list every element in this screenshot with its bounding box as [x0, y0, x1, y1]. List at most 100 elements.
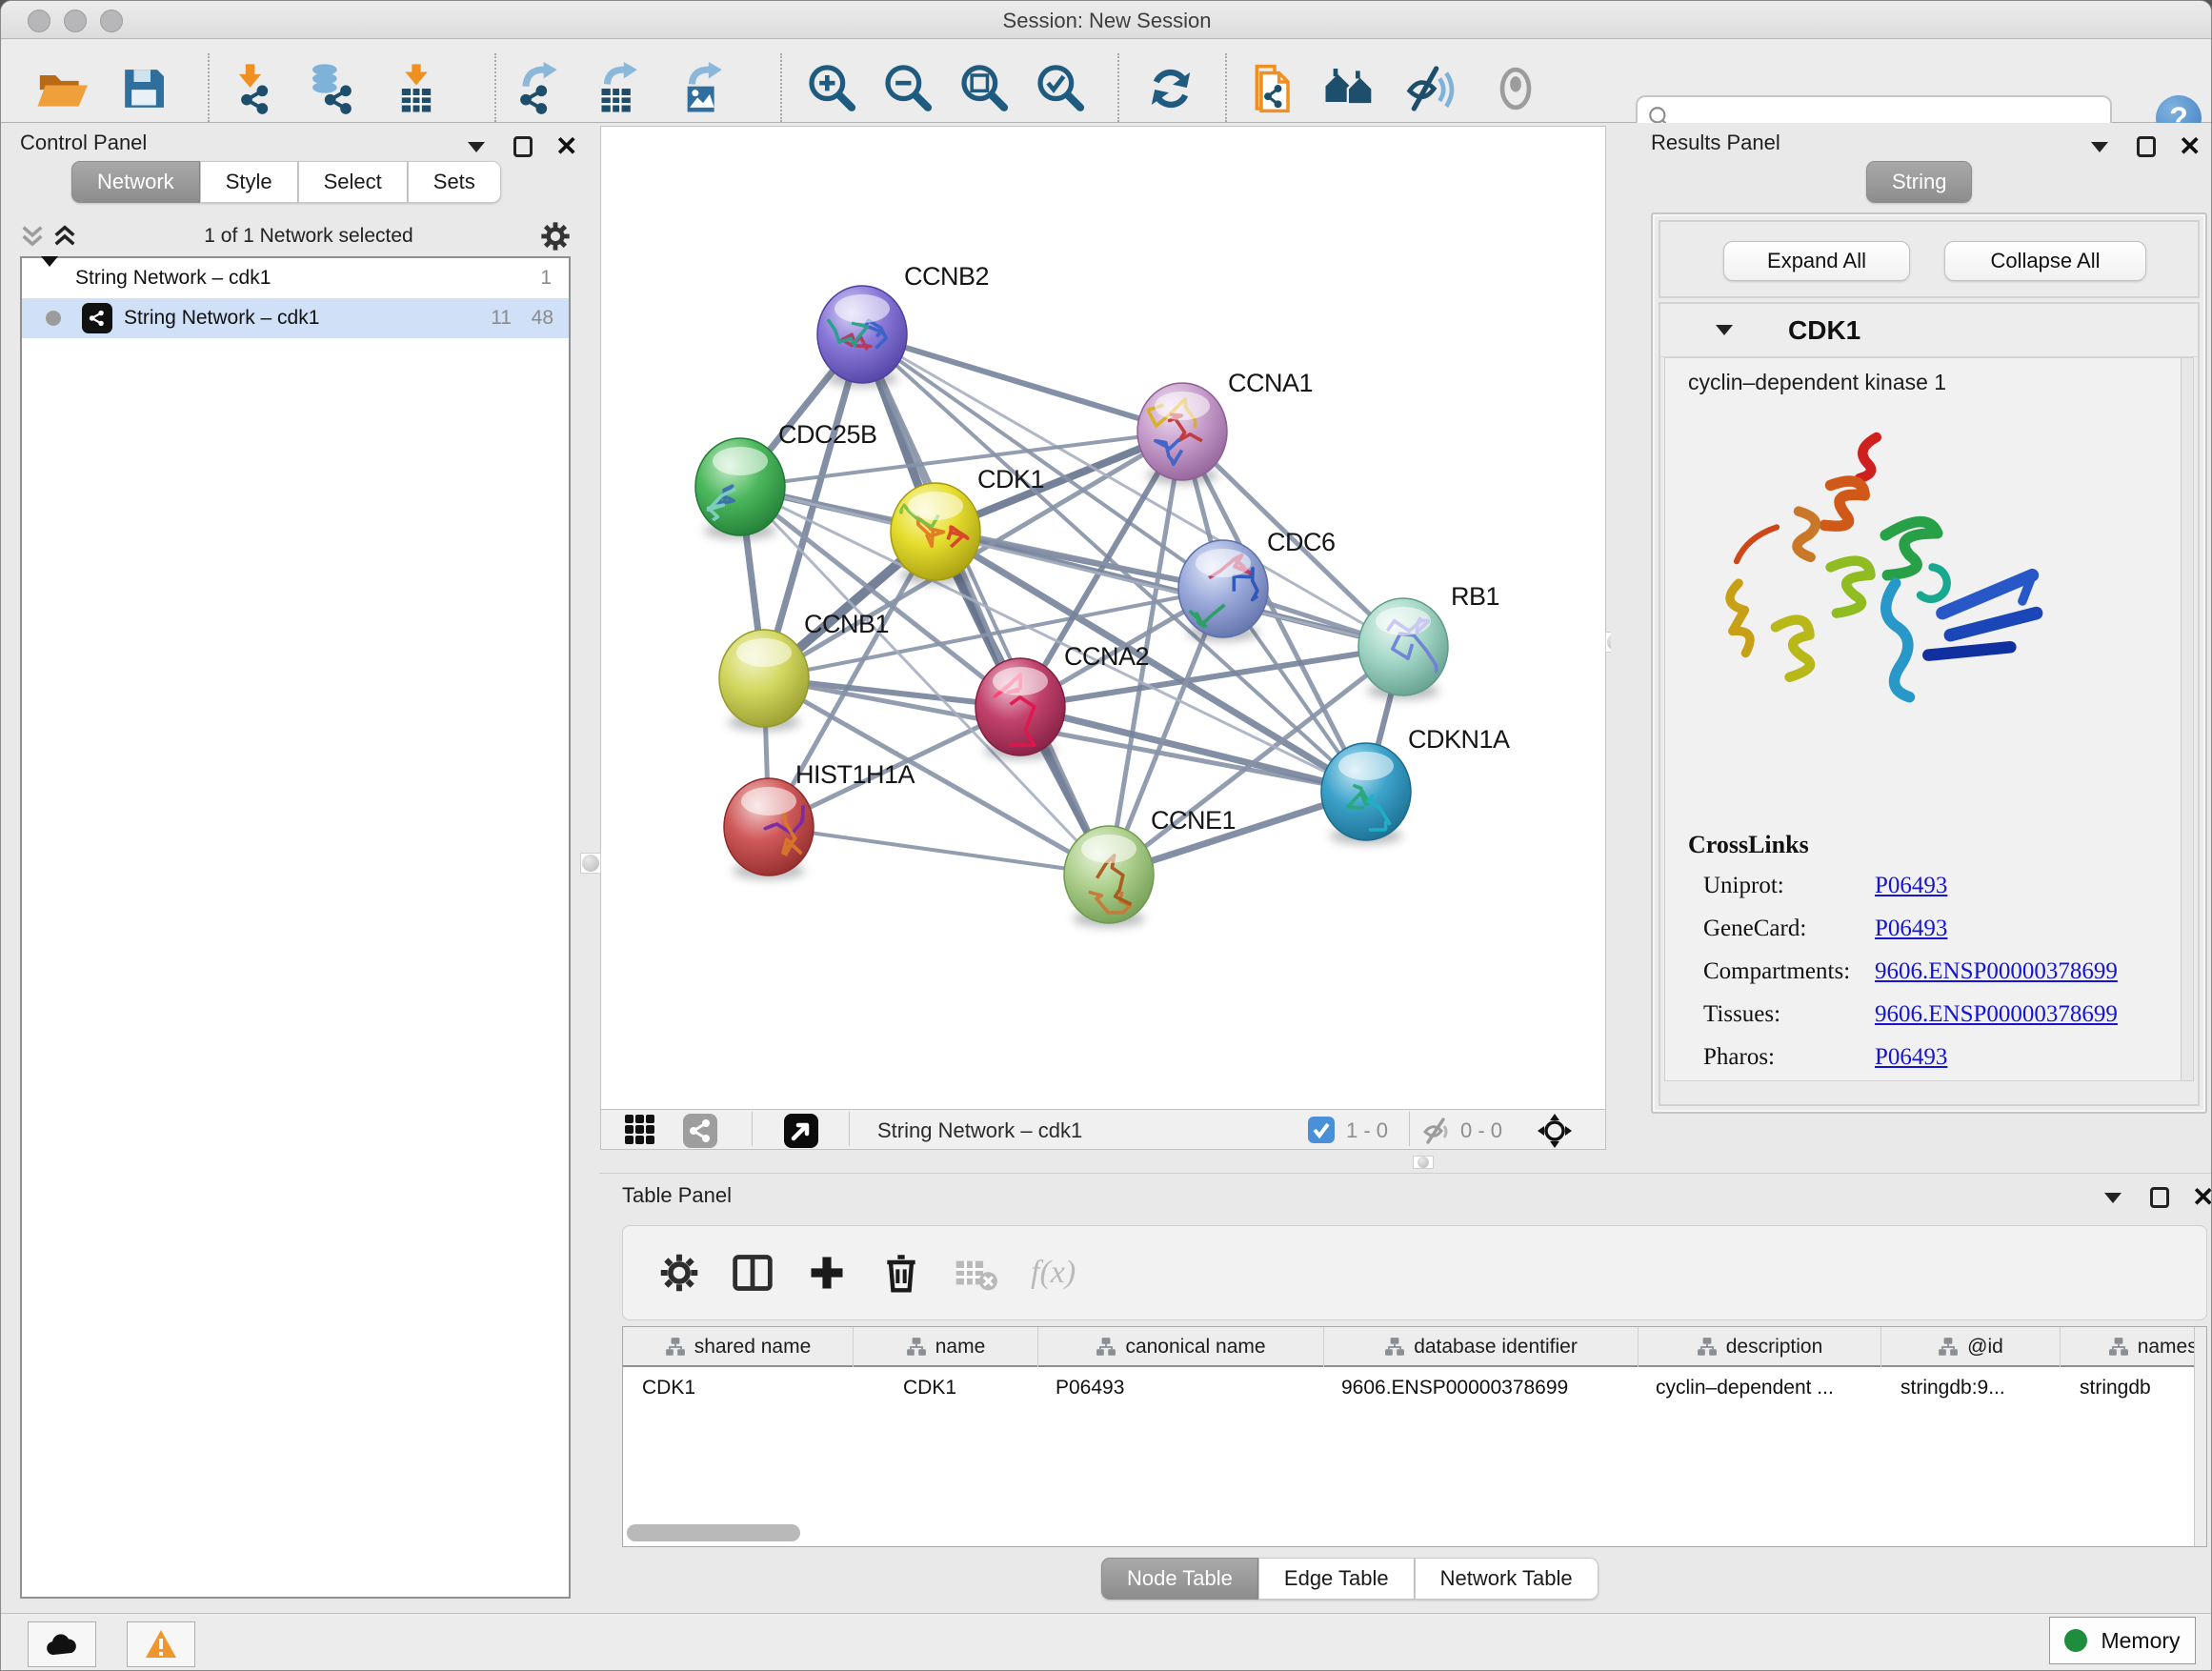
network-node-CCNA1[interactable]: CCNA1 — [1137, 369, 1313, 484]
tab-node-table[interactable]: Node Table — [1101, 1558, 1258, 1600]
table-cell[interactable]: CDK1 — [623, 1369, 854, 1407]
table-cell[interactable]: cyclin–dependent ... — [1639, 1369, 1881, 1407]
table-cell[interactable]: stringdb — [2061, 1369, 2207, 1407]
crosslink-value[interactable]: P06493 — [1875, 1044, 1947, 1071]
refresh-network-icon[interactable] — [1143, 61, 1198, 116]
gear-icon[interactable] — [659, 1253, 699, 1293]
table-cell[interactable]: P06493 — [1038, 1369, 1324, 1407]
crosslink-value[interactable]: 9606.ENSP00000378699 — [1875, 958, 2118, 985]
table-vertical-scrollbar[interactable] — [2194, 1327, 2206, 1546]
float-panel-icon[interactable] — [513, 136, 533, 157]
tab-string[interactable]: String — [1866, 161, 1972, 203]
selected-checkbox-icon[interactable] — [1308, 1117, 1335, 1148]
column-header-database-identifier[interactable]: database identifier — [1324, 1327, 1639, 1367]
network-edge-CCNB2-CCNA1[interactable] — [862, 334, 1182, 432]
table-cell[interactable]: stringdb:9... — [1881, 1369, 2061, 1407]
string-home-icon[interactable] — [1321, 61, 1377, 116]
gear-icon[interactable] — [540, 221, 571, 252]
column-header-name[interactable]: name — [854, 1327, 1038, 1367]
node-label: CDKN1A — [1408, 725, 1510, 754]
column-header-namespace[interactable]: namespace — [2061, 1327, 2207, 1367]
import-network-database-icon[interactable] — [305, 61, 360, 116]
warning-icon[interactable] — [127, 1621, 195, 1667]
tab-sets[interactable]: Sets — [408, 161, 501, 203]
trash-icon[interactable] — [880, 1252, 922, 1294]
float-panel-icon[interactable] — [2137, 136, 2156, 157]
network-collection-row[interactable]: String Network – cdk1 1 — [22, 258, 569, 298]
control-panel-tabs: NetworkStyleSelectSets — [71, 161, 501, 203]
collapse-all-icon[interactable] — [20, 223, 45, 250]
table-cell[interactable]: CDK1 — [854, 1369, 1038, 1407]
tab-style[interactable]: Style — [200, 161, 298, 203]
column-header-shared-name[interactable]: shared name — [623, 1327, 854, 1367]
expand-all-icon[interactable] — [52, 223, 77, 250]
expand-all-button[interactable]: Expand All — [1723, 241, 1910, 281]
zoom-out-icon[interactable] — [880, 61, 935, 116]
network-node-CCNB2[interactable]: CCNB2 — [817, 262, 989, 387]
columns-icon[interactable] — [732, 1252, 774, 1294]
export-network-icon[interactable] — [512, 61, 567, 116]
close-panel-icon[interactable]: ✕ — [2179, 137, 2201, 156]
network-node-CDKN1A[interactable]: CDKN1A — [1321, 725, 1510, 844]
share-document-icon[interactable] — [1240, 61, 1296, 116]
hidden-eye-icon[interactable] — [1422, 1117, 1451, 1150]
network-node-CCNE1[interactable]: CCNE1 — [1064, 806, 1236, 927]
add-icon[interactable] — [806, 1252, 848, 1294]
network-graph[interactable]: CCNB2CCNA1CDC25BCDK1CDC6RB1CCNB1CCNA2CDK… — [601, 127, 1605, 1109]
table-row[interactable]: CDK1CDK1P064939606.ENSP00000378699cyclin… — [623, 1369, 2207, 1407]
protein-section-header[interactable]: CDK1 — [1660, 304, 2198, 357]
network-node-RB1[interactable]: RB1 — [1358, 582, 1499, 699]
zoom-selected-icon[interactable] — [1033, 61, 1088, 116]
column-header-description[interactable]: description — [1639, 1327, 1881, 1367]
main-toolbar: ? — [1, 40, 2212, 123]
network-edge-CCNE1-HIST1H1A[interactable] — [769, 827, 1109, 875]
bottom-splitter-handle[interactable] — [1413, 1156, 1434, 1169]
tab-edge-table[interactable]: Edge Table — [1258, 1558, 1415, 1600]
crosslink-value[interactable]: P06493 — [1875, 916, 1947, 942]
close-panel-icon[interactable]: ✕ — [2192, 1188, 2212, 1207]
column-header-canonical-name[interactable]: canonical name — [1038, 1327, 1324, 1367]
zoom-fit-icon[interactable] — [956, 61, 1012, 116]
cloud-icon[interactable] — [28, 1621, 96, 1667]
hide-show-icon[interactable] — [1404, 61, 1459, 116]
tab-network-table[interactable]: Network Table — [1415, 1558, 1599, 1600]
network-node-CCNB1[interactable]: CCNB1 — [719, 610, 889, 731]
crosslink-value[interactable]: P06493 — [1875, 873, 1947, 899]
grid-view-icon[interactable] — [624, 1114, 656, 1151]
eye-icon[interactable] — [1488, 61, 1543, 116]
open-session-icon[interactable] — [33, 61, 89, 116]
save-session-icon[interactable] — [116, 61, 171, 116]
network-canvas[interactable]: CCNB2CCNA1CDC25BCDK1CDC6RB1CCNB1CCNA2CDK… — [600, 126, 1606, 1110]
collapse-all-button[interactable]: Collapse All — [1944, 241, 2146, 281]
move-crosshair-icon[interactable] — [1537, 1113, 1573, 1154]
table-horizontal-scrollbar[interactable] — [627, 1524, 800, 1541]
network-node-HIST1H1A[interactable]: HIST1H1A — [724, 760, 915, 879]
memory-button[interactable]: Memory — [2049, 1617, 2196, 1664]
network-row[interactable]: String Network – cdk1 11 48 — [22, 298, 569, 338]
birdseye-toggle-icon[interactable] — [784, 1114, 818, 1153]
tree-expand-icon[interactable] — [41, 267, 58, 290]
share-view-icon[interactable] — [683, 1114, 717, 1153]
network-edge-CCNB2-CCNE1[interactable] — [862, 334, 1109, 875]
results-scrollbar[interactable] — [2181, 358, 2193, 1080]
export-table-icon[interactable] — [591, 61, 646, 116]
import-network-file-icon[interactable] — [226, 61, 281, 116]
collapse-panel-icon[interactable] — [2104, 1193, 2122, 1203]
collapse-panel-icon[interactable] — [2091, 142, 2108, 152]
tab-select[interactable]: Select — [298, 161, 408, 203]
delete-table-icon[interactable] — [955, 1251, 998, 1295]
function-builder-icon[interactable]: f(x) — [1031, 1255, 1076, 1291]
left-splitter-handle[interactable] — [580, 853, 601, 874]
close-panel-icon[interactable]: ✕ — [555, 137, 577, 156]
section-collapse-icon[interactable] — [1716, 325, 1733, 335]
collapse-panel-icon[interactable] — [468, 142, 485, 152]
table-cell[interactable]: 9606.ENSP00000378699 — [1324, 1369, 1639, 1407]
zoom-in-icon[interactable] — [804, 61, 859, 116]
crosslink-value[interactable]: 9606.ENSP00000378699 — [1875, 1001, 2118, 1028]
control-panel-title: Control Panel — [20, 131, 147, 155]
float-panel-icon[interactable] — [2150, 1187, 2169, 1208]
tab-network[interactable]: Network — [71, 161, 200, 203]
column-header--id[interactable]: @id — [1881, 1327, 2061, 1367]
import-table-icon[interactable] — [389, 61, 444, 116]
export-image-icon[interactable] — [675, 61, 731, 116]
